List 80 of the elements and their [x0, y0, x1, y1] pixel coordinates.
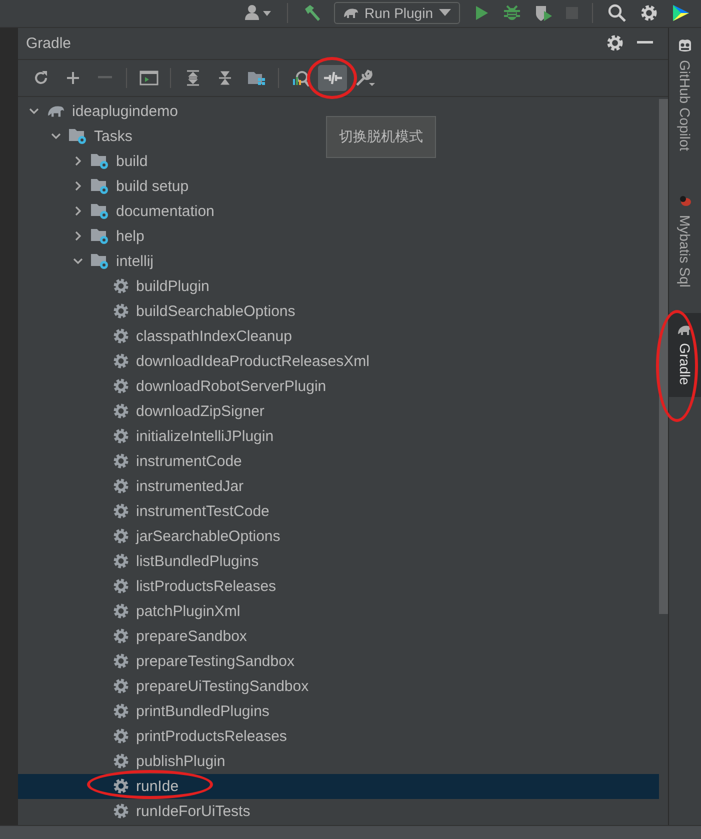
gear-icon [112, 577, 130, 596]
tree-item[interactable]: downloadIdeaProductReleasesXml [18, 348, 376, 374]
tree-item[interactable]: build setup [18, 174, 195, 199]
tree-item[interactable]: prepareUiTestingSandbox [18, 674, 315, 699]
robot-face-icon [677, 38, 693, 54]
search-icon[interactable] [607, 3, 627, 24]
gear-icon [112, 727, 130, 746]
tree-item[interactable]: help [18, 224, 150, 249]
gear-icon [112, 477, 130, 496]
tree-item[interactable]: printProductsReleases [18, 724, 293, 749]
task-folder-icon [68, 127, 88, 146]
tree-item[interactable]: instrumentCode [18, 448, 248, 474]
shield-run-icon[interactable] [534, 3, 554, 24]
gear-icon [112, 802, 130, 820]
tool-window-tab[interactable]: Mybatis Sql [669, 183, 701, 300]
terminal-icon [138, 68, 158, 87]
tree-item[interactable]: instrumentedJar [18, 474, 250, 499]
tree-item[interactable]: ideaplugindemo [18, 98, 184, 124]
gear-icon [112, 602, 130, 620]
gear-icon [112, 652, 130, 670]
gear-icon [112, 502, 130, 520]
panel-title: Gradle [26, 34, 72, 52]
scrollbar-thumb[interactable] [659, 98, 668, 614]
tree-item[interactable]: printBundledPlugins [18, 698, 276, 724]
tree-item[interactable]: instrumentTestCode [18, 498, 276, 524]
minimize-icon[interactable] [637, 41, 653, 46]
tree-item[interactable]: jarSearchableOptions [18, 524, 286, 549]
gear-icon [112, 702, 130, 720]
tree-item[interactable]: publishPlugin [18, 748, 232, 774]
gear-icon [112, 777, 130, 796]
tree-item[interactable]: documentation [18, 198, 220, 224]
tree-item[interactable]: build [18, 148, 154, 174]
task-folder-icon [90, 177, 110, 196]
tree-item[interactable]: downloadRobotServerPlugin [18, 374, 332, 399]
gear-icon [112, 677, 130, 696]
tree-item[interactable]: runIde [18, 774, 659, 799]
gear-icon [112, 327, 130, 346]
tree-item[interactable]: prepareTestingSandbox [18, 648, 300, 674]
remove-icon [98, 76, 112, 80]
tooltip: 切换脱机模式 [326, 116, 436, 158]
add-icon [64, 70, 80, 86]
tree-item[interactable]: listBundledPlugins [18, 548, 265, 574]
gear-icon [112, 527, 130, 546]
tree-item[interactable]: Tasks [18, 124, 138, 149]
tree-item[interactable]: listProductsReleases [18, 574, 282, 599]
elephant-icon [46, 103, 66, 120]
gear-icon [112, 552, 130, 570]
tree-item[interactable]: runIdeForUiTests [18, 798, 256, 824]
run-configuration-dropdown[interactable]: Run Plugin [334, 2, 460, 24]
gear-icon [112, 352, 130, 370]
analyze-icon [290, 68, 310, 87]
app-logo-icon[interactable] [671, 3, 691, 24]
elephant-icon [342, 6, 358, 20]
wrench-icon [354, 68, 376, 88]
gear-icon [112, 302, 130, 320]
offline-button[interactable] [318, 64, 347, 91]
tree-item[interactable]: buildSearchableOptions [18, 298, 302, 324]
settings-icon[interactable] [639, 3, 659, 24]
tree-item[interactable]: prepareSandbox [18, 624, 253, 649]
gear-icon [112, 427, 130, 446]
settings-icon[interactable] [605, 33, 625, 54]
tree-item[interactable]: downloadZipSigner [18, 398, 270, 424]
task-folder-icon [90, 152, 110, 170]
gear-icon [112, 752, 130, 770]
task-folder-icon [90, 227, 110, 246]
gear-icon [112, 277, 130, 296]
gear-icon [112, 452, 130, 470]
tool-window-tab[interactable]: Gradle [669, 313, 701, 398]
tree-item[interactable]: intellij [18, 248, 160, 274]
task-folder-icon [90, 252, 110, 270]
gear-icon [112, 402, 130, 420]
tree-item[interactable]: initializeIntelliJPlugin [18, 424, 280, 449]
gear-icon [112, 627, 130, 646]
tree-item[interactable]: classpathIndexCleanup [18, 324, 298, 349]
tree-item[interactable]: buildPlugin [18, 274, 216, 299]
task-folder-icon [90, 202, 110, 220]
caret-icon [439, 9, 451, 18]
gear-icon [112, 377, 130, 396]
tool-window-tab[interactable]: GitHub Copilot [669, 28, 701, 164]
tree-item[interactable]: patchPluginXml [18, 598, 246, 624]
